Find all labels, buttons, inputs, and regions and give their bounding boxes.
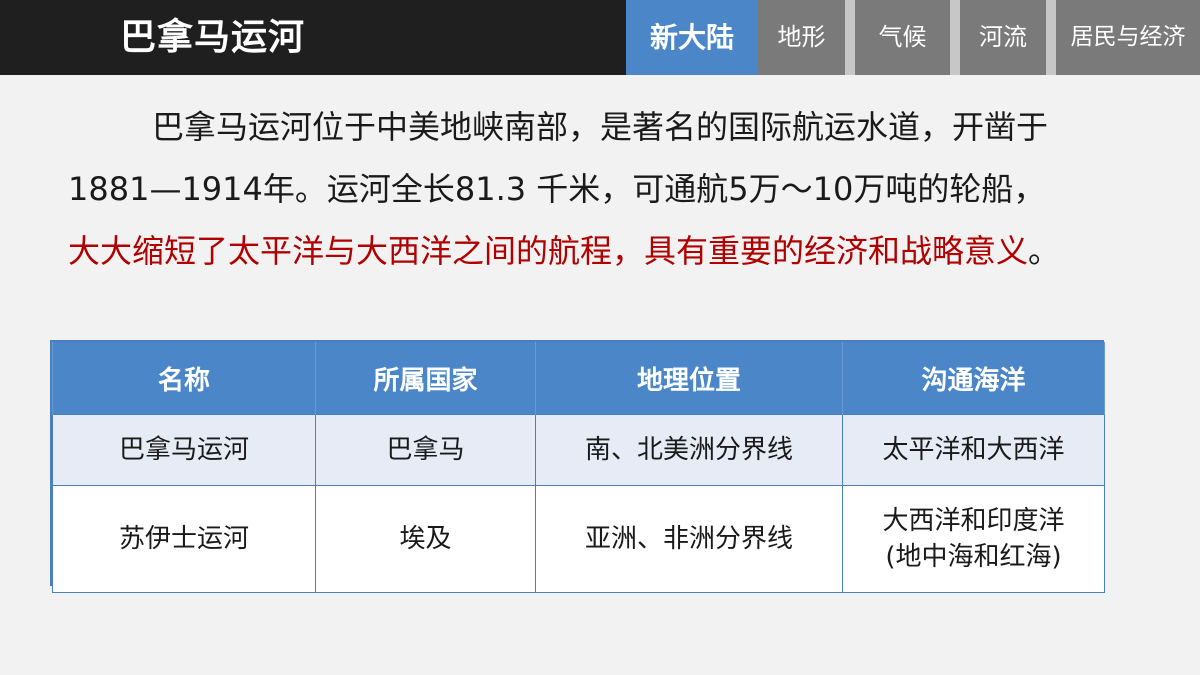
table-row: 巴拿马运河 巴拿马 南、北美洲分界线 太平洋和大西洋 bbox=[52, 414, 1105, 486]
cell-oceans-note: (地中海和红海) bbox=[885, 542, 1062, 572]
cell-location: 亚洲、非洲分界线 bbox=[535, 485, 843, 593]
cell-country: 巴拿马 bbox=[315, 414, 536, 486]
canal-comparison-table: 名称 所属国家 地理位置 沟通海洋 巴拿马运河 巴拿马 南、北美洲分界线 太平洋… bbox=[50, 340, 1105, 593]
col-header-name: 名称 bbox=[52, 342, 316, 415]
page-title: 巴拿马运河 bbox=[120, 17, 306, 58]
highlighted-text: 大大缩短了太平洋与大西洋之间的航程，具有重要的经济和战略意义 bbox=[68, 232, 1029, 270]
paragraph-line-1: 巴拿马运河位于中美地峡南部，是著名的国际航运水道，开凿于 bbox=[68, 96, 1148, 158]
tab-divider bbox=[845, 0, 855, 75]
cell-name: 巴拿马运河 bbox=[52, 414, 316, 486]
top-bar: 巴拿马运河 新大陆 地形 气候 河流 居民与经济 bbox=[0, 0, 1200, 75]
tab-residents-economy[interactable]: 居民与经济 bbox=[1056, 0, 1200, 75]
tab-divider bbox=[950, 0, 960, 75]
cell-oceans-line: 大西洋和印度洋 bbox=[882, 506, 1065, 536]
cell-name: 苏伊士运河 bbox=[52, 485, 316, 593]
tab-new-continent[interactable]: 新大陆 bbox=[626, 0, 758, 75]
paragraph-text-1: 巴拿马运河位于中美地峡南部，是著名的国际航运水道，开凿于 bbox=[152, 108, 1049, 146]
cell-location: 南、北美洲分界线 bbox=[535, 414, 843, 486]
table-row: 苏伊士运河 埃及 亚洲、非洲分界线 大西洋和印度洋 (地中海和红海) bbox=[52, 485, 1105, 593]
tab-rivers[interactable]: 河流 bbox=[960, 0, 1046, 75]
paragraph-line-3: 大大缩短了太平洋与大西洋之间的航程，具有重要的经济和战略意义。 bbox=[68, 220, 1148, 282]
intro-paragraph: 巴拿马运河位于中美地峡南部，是著名的国际航运水道，开凿于 1881—1914年。… bbox=[68, 96, 1148, 282]
tab-climate[interactable]: 气候 bbox=[855, 0, 950, 75]
tab-terrain[interactable]: 地形 bbox=[758, 0, 845, 75]
cell-country: 埃及 bbox=[315, 485, 536, 593]
cell-oceans: 大西洋和印度洋 (地中海和红海) bbox=[842, 485, 1105, 593]
col-header-country: 所属国家 bbox=[315, 342, 536, 415]
cell-oceans: 太平洋和大西洋 bbox=[842, 414, 1105, 486]
col-header-location: 地理位置 bbox=[535, 342, 843, 415]
tab-divider bbox=[1046, 0, 1056, 75]
paragraph-end-punct: 。 bbox=[1028, 232, 1061, 270]
paragraph-line-2: 1881—1914年。运河全长81.3 千米，可通航5万～10万吨的轮船， bbox=[68, 170, 1046, 208]
col-header-oceans: 沟通海洋 bbox=[842, 342, 1105, 415]
cell-oceans-line: 太平洋和大西洋 bbox=[882, 435, 1065, 465]
